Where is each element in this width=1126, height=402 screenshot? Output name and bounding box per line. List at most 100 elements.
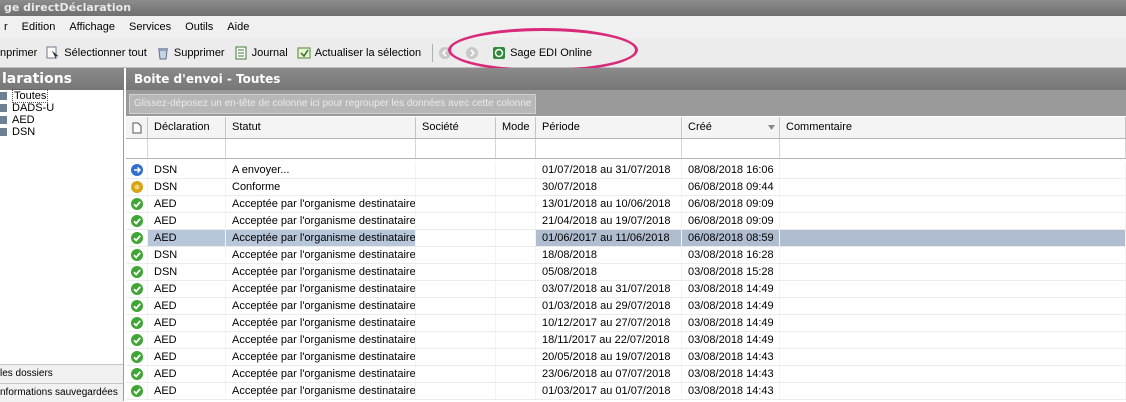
sidebar-item-dsn[interactable]: DSN bbox=[0, 126, 123, 138]
print-button-label: nprimer bbox=[0, 46, 38, 59]
column-header-type[interactable] bbox=[126, 117, 148, 138]
cell-societe bbox=[416, 281, 496, 297]
cell-cree: 06/08/2018 08:59 bbox=[682, 230, 780, 246]
cell-commentaire bbox=[780, 196, 1126, 212]
print-button[interactable]: nprimer bbox=[0, 47, 37, 59]
column-header-commentaire[interactable]: Commentaire bbox=[780, 117, 1126, 138]
delete-button[interactable]: Supprimer bbox=[156, 46, 225, 60]
cell-declaration: AED bbox=[148, 281, 226, 297]
window-title: ge directDéclaration bbox=[0, 0, 1126, 16]
menu-services[interactable]: Services bbox=[129, 21, 171, 33]
filter-cell[interactable] bbox=[226, 139, 416, 158]
column-header-statut[interactable]: Statut bbox=[226, 117, 416, 138]
table-row[interactable]: DSN A envoyer... 01/07/2018 au 31/07/2018 0… bbox=[126, 162, 1126, 179]
table-row[interactable]: DSN Conforme 30/07/2018 06/08/2018 09:44 bbox=[126, 179, 1126, 196]
cell-societe bbox=[416, 162, 496, 178]
table-row[interactable]: AED Acceptée par l'organisme destinataire… bbox=[126, 298, 1126, 315]
cell-declaration: AED bbox=[148, 213, 226, 229]
cell-periode: 20/05/2018 au 19/07/2018 bbox=[536, 349, 682, 365]
filter-cell[interactable] bbox=[536, 139, 682, 158]
menu-affichage[interactable]: Affichage bbox=[69, 21, 115, 33]
filter-cell[interactable] bbox=[126, 139, 148, 158]
cell-cree: 03/08/2018 14:43 bbox=[682, 366, 780, 382]
status-icon-cell bbox=[126, 196, 148, 212]
sidebar-link-dossiers[interactable]: les dossiers bbox=[0, 364, 123, 383]
filter-cell[interactable] bbox=[496, 139, 536, 158]
column-header-societe[interactable]: Société bbox=[416, 117, 496, 138]
cell-statut: Acceptée par l'organisme destinataire bbox=[226, 349, 416, 365]
table-row[interactable]: DSN Acceptée par l'organisme destinataire… bbox=[126, 247, 1126, 264]
column-label: Déclaration bbox=[154, 121, 210, 133]
accepted-check-icon bbox=[130, 317, 143, 329]
cell-declaration: AED bbox=[148, 366, 226, 382]
cell-cree: 06/08/2018 09:09 bbox=[682, 196, 780, 212]
select-all-button[interactable]: Sélectionner tout bbox=[46, 46, 147, 60]
filter-cell[interactable] bbox=[148, 139, 226, 158]
cell-commentaire bbox=[780, 298, 1126, 314]
menu-fichier[interactable]: r bbox=[4, 21, 8, 33]
table-row[interactable]: AED Acceptée par l'organisme destinataire… bbox=[126, 315, 1126, 332]
sidebar-item-aed[interactable]: AED bbox=[0, 114, 123, 126]
cell-declaration: DSN bbox=[148, 179, 226, 195]
filter-cell[interactable] bbox=[682, 139, 780, 158]
table-row[interactable]: AED Acceptée par l'organisme destinataire… bbox=[126, 230, 1126, 247]
sort-descending-icon bbox=[768, 125, 775, 130]
cell-periode: 30/07/2018 bbox=[536, 179, 682, 195]
status-icon-cell bbox=[126, 298, 148, 314]
cell-commentaire bbox=[780, 247, 1126, 263]
table-row[interactable]: AED Acceptée par l'organisme destinataire… bbox=[126, 213, 1126, 230]
refresh-icon bbox=[297, 47, 311, 58]
cell-declaration: AED bbox=[148, 298, 226, 314]
declarations-grid: Déclaration Statut Société Mode Période … bbox=[126, 117, 1126, 400]
column-header-periode[interactable]: Période bbox=[536, 117, 682, 138]
cell-cree: 03/08/2018 15:28 bbox=[682, 264, 780, 280]
table-row[interactable]: AED Acceptée par l'organisme destinataire… bbox=[126, 349, 1126, 366]
table-row[interactable]: AED Acceptée par l'organisme destinataire… bbox=[126, 332, 1126, 349]
cell-commentaire bbox=[780, 213, 1126, 229]
status-icon-cell bbox=[126, 162, 148, 178]
cell-commentaire bbox=[780, 383, 1126, 399]
filter-cell[interactable] bbox=[780, 139, 1126, 158]
highlight-annotation-oval bbox=[448, 28, 638, 72]
cell-societe bbox=[416, 213, 496, 229]
accepted-check-icon bbox=[130, 198, 143, 210]
cell-mode bbox=[496, 162, 536, 178]
delete-label: Supprimer bbox=[173, 46, 225, 59]
column-header-mode[interactable]: Mode bbox=[496, 117, 536, 138]
menu-edition[interactable]: Edition bbox=[22, 21, 56, 33]
column-header-declaration[interactable]: Déclaration bbox=[148, 117, 226, 138]
status-icon-cell bbox=[126, 281, 148, 297]
status-icon-cell bbox=[126, 264, 148, 280]
cell-mode bbox=[496, 213, 536, 229]
filter-cell[interactable] bbox=[416, 139, 496, 158]
sidebar-item-label: DSN bbox=[12, 126, 36, 138]
table-row[interactable]: AED Acceptée par l'organisme destinataire… bbox=[126, 383, 1126, 400]
accepted-check-icon bbox=[130, 368, 143, 380]
group-by-area[interactable]: Glissez-déposez un en-tête de colonne ic… bbox=[126, 90, 1126, 116]
table-row[interactable]: AED Acceptée par l'organisme destinataire… bbox=[126, 281, 1126, 298]
menu-aide[interactable]: Aide bbox=[227, 21, 249, 33]
sidebar-link-informations[interactable]: nformations sauvegardées bbox=[0, 383, 123, 402]
cell-statut: Acceptée par l'organisme destinataire bbox=[226, 315, 416, 331]
accepted-check-icon bbox=[130, 215, 143, 227]
cell-societe bbox=[416, 315, 496, 331]
table-row[interactable]: DSN Acceptée par l'organisme destinataire… bbox=[126, 264, 1126, 281]
cell-cree: 03/08/2018 14:49 bbox=[682, 332, 780, 348]
column-header-cree[interactable]: Créé bbox=[682, 117, 780, 138]
cell-commentaire bbox=[780, 349, 1126, 365]
cell-statut: A envoyer... bbox=[226, 162, 416, 178]
cell-mode bbox=[496, 230, 536, 246]
column-label: Statut bbox=[232, 121, 261, 133]
cell-declaration: DSN bbox=[148, 162, 226, 178]
to-send-arrow-icon bbox=[130, 164, 143, 176]
sidebar: Toutes DADS-U AED DSN les dossiers nform… bbox=[0, 89, 124, 402]
sidebar-item-dads-u[interactable]: DADS-U bbox=[0, 102, 123, 114]
sidebar-item-toutes[interactable]: Toutes bbox=[0, 89, 123, 103]
status-icon-cell bbox=[126, 247, 148, 263]
table-row[interactable]: AED Acceptée par l'organisme destinataire… bbox=[126, 366, 1126, 383]
table-row[interactable]: AED Acceptée par l'organisme destinataire… bbox=[126, 196, 1126, 213]
menu-outils[interactable]: Outils bbox=[185, 21, 213, 33]
cell-mode bbox=[496, 281, 536, 297]
journal-button[interactable]: Journal bbox=[234, 46, 288, 60]
refresh-selection-button[interactable]: Actualiser la sélection bbox=[297, 46, 421, 60]
